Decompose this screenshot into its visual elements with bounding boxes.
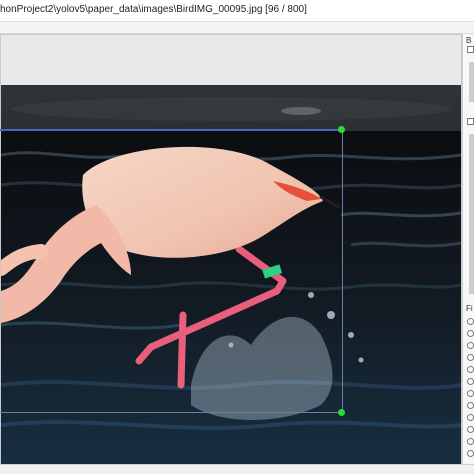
- list-radio-1[interactable]: [467, 318, 474, 325]
- status-bar: [0, 464, 474, 474]
- list-radio-2[interactable]: [467, 330, 474, 337]
- window-titlebar: honProject2\yolov5\paper_data\images\Bir…: [0, 0, 474, 22]
- list-radio-9[interactable]: [467, 414, 474, 421]
- bbox-handle-top-right[interactable]: [338, 126, 345, 133]
- list-radio-12[interactable]: [467, 450, 474, 457]
- panel-checkbox[interactable]: [467, 46, 474, 53]
- panel-checkbox-2[interactable]: [467, 118, 474, 125]
- list-radio-3[interactable]: [467, 342, 474, 349]
- panel-scrollbar[interactable]: [469, 62, 474, 102]
- list-radio-7[interactable]: [467, 390, 474, 397]
- list-radio-10[interactable]: [467, 426, 474, 433]
- list-radio-4[interactable]: [467, 354, 474, 361]
- panel-header-label: B: [466, 36, 472, 45]
- list-radio-11[interactable]: [467, 438, 474, 445]
- list-radio-8[interactable]: [467, 402, 474, 409]
- list-radio-5[interactable]: [467, 366, 474, 373]
- right-panel: B Fi: [462, 34, 474, 464]
- image-canvas[interactable]: [0, 34, 462, 474]
- bounding-box[interactable]: [0, 126, 345, 416]
- bbox-handle-bottom-right[interactable]: [338, 409, 345, 416]
- toolbar-strip: [0, 22, 474, 34]
- panel-scrollbar-2[interactable]: [469, 134, 474, 294]
- window-title: honProject2\yolov5\paper_data\images\Bir…: [0, 4, 307, 15]
- list-radio-6[interactable]: [467, 378, 474, 385]
- panel-list-label: Fi: [466, 304, 473, 313]
